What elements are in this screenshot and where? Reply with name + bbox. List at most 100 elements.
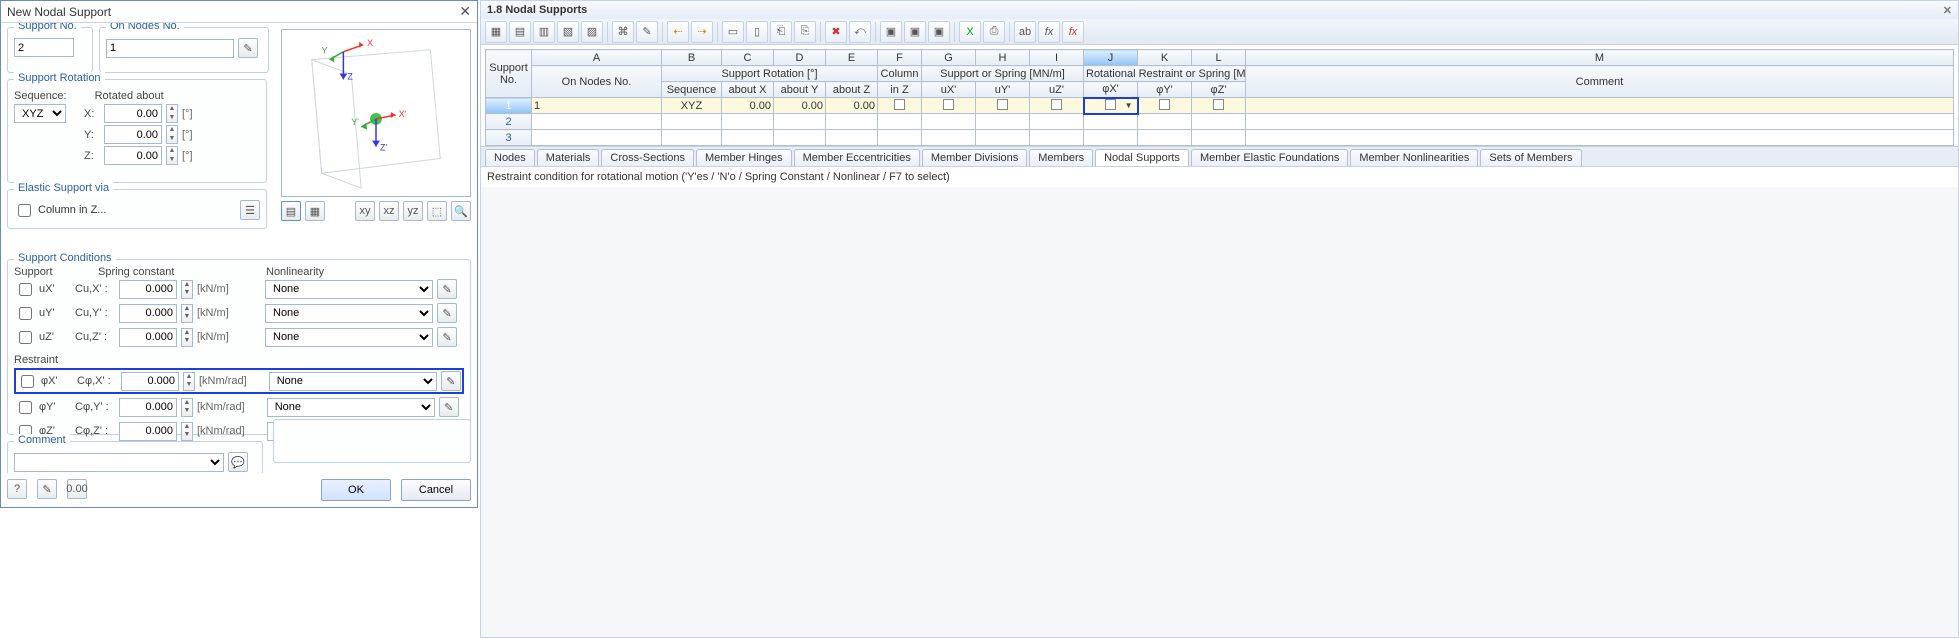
toolbar-btn[interactable]: ⎗ — [770, 21, 792, 43]
spring-uX'-spinner[interactable]: ▲▼ — [181, 280, 193, 299]
col-c[interactable]: C — [722, 50, 774, 66]
col-uy[interactable]: uY' — [976, 82, 1030, 98]
col-uz[interactable]: uZ' — [1030, 82, 1084, 98]
panel-close-icon[interactable]: ✕ — [1943, 4, 1952, 17]
units-button[interactable]: 0.00 — [67, 479, 87, 499]
nonlin-uY'-edit[interactable]: ✎ — [437, 303, 457, 323]
comment-input[interactable] — [14, 453, 224, 472]
rot-x-spinner[interactable]: ▲▼ — [166, 104, 178, 123]
col-ux[interactable]: uX' — [922, 82, 976, 98]
toolbar-btn[interactable]: ⎙ — [983, 21, 1005, 43]
spring-uZ'-spinner[interactable]: ▲▼ — [181, 328, 193, 347]
tab-member elastic foundations[interactable]: Member Elastic Foundations — [1191, 149, 1348, 166]
col-column-group[interactable]: Column — [878, 66, 922, 82]
comment-pick-button[interactable]: 💬 — [228, 452, 248, 472]
toolbar-btn[interactable]: ▣ — [880, 21, 902, 43]
spring-uX'-input[interactable] — [119, 280, 177, 299]
toolbar-btn[interactable]: ▭ — [722, 21, 744, 43]
toolbar-btn-fx[interactable]: fx — [1038, 21, 1060, 43]
col-about-x[interactable]: about X — [722, 82, 774, 98]
col-spring-group[interactable]: Support or Spring [MN/m] — [922, 66, 1084, 82]
spring-φX'-input[interactable] — [121, 372, 179, 391]
support-φY'-checkbox[interactable]: φY' — [15, 398, 71, 417]
toolbar-btn[interactable]: ▧ — [557, 21, 579, 43]
view-yz-button[interactable]: yz — [403, 201, 423, 221]
spring-φY'-input[interactable] — [119, 398, 177, 417]
tab-sets of members[interactable]: Sets of Members — [1480, 149, 1581, 166]
col-b[interactable]: B — [662, 50, 722, 66]
table-row[interactable]: 2 — [486, 114, 1954, 130]
col-on-nodes[interactable]: On Nodes No. — [532, 66, 662, 98]
col-phiy[interactable]: φY' — [1138, 82, 1192, 98]
support-uY'-checkbox[interactable]: uY' — [15, 304, 71, 323]
toolbar-btn[interactable]: ⌘ — [612, 21, 634, 43]
col-rotrestraint-group[interactable]: Rotational Restraint or Spring [MNm/rad] — [1084, 66, 1246, 82]
col-a[interactable]: A — [532, 50, 662, 66]
preview-mode2-button[interactable]: ▦ — [305, 201, 325, 221]
ok-button[interactable]: OK — [321, 479, 391, 501]
toolbar-btn[interactable]: ▣ — [904, 21, 926, 43]
toolbar-btn[interactable]: ⎘ — [794, 21, 816, 43]
col-g[interactable]: G — [922, 50, 976, 66]
help-button[interactable]: ? — [7, 479, 27, 499]
view-iso-button[interactable]: ⬚ — [427, 201, 447, 221]
spring-φZ'-spinner[interactable]: ▲▼ — [181, 422, 193, 441]
spring-φY'-spinner[interactable]: ▲▼ — [181, 398, 193, 417]
toolbar-btn-fx-red[interactable]: fx — [1062, 21, 1084, 43]
col-h[interactable]: H — [976, 50, 1030, 66]
support-φX'-checkbox[interactable]: φX' — [17, 372, 73, 391]
nonlin-uZ'-select[interactable]: None — [265, 328, 433, 347]
tab-materials[interactable]: Materials — [537, 149, 600, 166]
rot-z-spinner[interactable]: ▲▼ — [166, 146, 178, 165]
toolbar-btn-excel[interactable]: X — [959, 21, 981, 43]
toolbar-btn[interactable]: ✎ — [636, 21, 658, 43]
col-e[interactable]: E — [826, 50, 878, 66]
col-i[interactable]: I — [1030, 50, 1084, 66]
support-no-input[interactable] — [14, 38, 74, 57]
toolbar-btn-delete[interactable]: ✖ — [825, 21, 847, 43]
spring-uY'-input[interactable] — [119, 304, 177, 323]
active-cell[interactable]: ▼ — [1084, 98, 1138, 114]
nonlin-uZ'-edit[interactable]: ✎ — [437, 327, 457, 347]
table-row[interactable]: 1 1 XYZ 0.00 0.00 0.00 ▼ — [486, 98, 1954, 114]
support-uX'-checkbox[interactable]: uX' — [15, 280, 71, 299]
col-rotation-group[interactable]: Support Rotation [°] — [662, 66, 878, 82]
toolbar-btn[interactable]: ⇠ — [667, 21, 689, 43]
col-comment[interactable]: Comment — [1246, 66, 1954, 98]
rot-z-input[interactable] — [104, 146, 162, 165]
edit-button[interactable]: ✎ — [37, 479, 57, 499]
elastic-edit-button[interactable]: ☰ — [240, 200, 260, 220]
rot-x-input[interactable] — [104, 104, 162, 123]
toolbar-btn[interactable]: ▯ — [746, 21, 768, 43]
col-k[interactable]: K — [1138, 50, 1192, 66]
rot-y-spinner[interactable]: ▲▼ — [166, 125, 178, 144]
tab-members[interactable]: Members — [1029, 149, 1093, 166]
nonlin-φX'-select[interactable]: None — [269, 372, 437, 391]
nonlin-uX'-edit[interactable]: ✎ — [437, 279, 457, 299]
nonlin-uY'-select[interactable]: None — [265, 304, 433, 323]
cancel-button[interactable]: Cancel — [401, 479, 471, 501]
spring-φZ'-input[interactable] — [119, 422, 177, 441]
sequence-select[interactable]: XYZ — [14, 104, 66, 123]
tab-nodal supports[interactable]: Nodal Supports — [1095, 149, 1189, 166]
col-phix[interactable]: φX' — [1084, 82, 1138, 98]
tab-nodes[interactable]: Nodes — [485, 149, 535, 166]
col-m[interactable]: M — [1246, 50, 1954, 66]
toolbar-btn[interactable]: ▣ — [928, 21, 950, 43]
tab-member divisions[interactable]: Member Divisions — [922, 149, 1027, 166]
col-j[interactable]: J — [1084, 50, 1138, 66]
view-zoom-button[interactable]: 🔍 — [451, 201, 471, 221]
tab-cross-sections[interactable]: Cross-Sections — [601, 149, 694, 166]
view-xy-button[interactable]: xy — [355, 201, 375, 221]
toolbar-btn[interactable]: ▤ — [509, 21, 531, 43]
tab-member eccentricities[interactable]: Member Eccentricities — [794, 149, 920, 166]
col-l[interactable]: L — [1192, 50, 1246, 66]
table-row[interactable]: 3 — [486, 130, 1954, 146]
column-in-z-checkbox[interactable]: Column in Z... — [14, 201, 106, 220]
preview-mode1-button[interactable]: ▤ — [281, 201, 301, 221]
col-phiz[interactable]: φZ' — [1192, 82, 1246, 98]
col-in-z[interactable]: in Z — [878, 82, 922, 98]
on-nodes-input[interactable] — [106, 39, 234, 58]
toolbar-btn[interactable]: ▥ — [533, 21, 555, 43]
support-uZ'-checkbox[interactable]: uZ' — [15, 328, 71, 347]
